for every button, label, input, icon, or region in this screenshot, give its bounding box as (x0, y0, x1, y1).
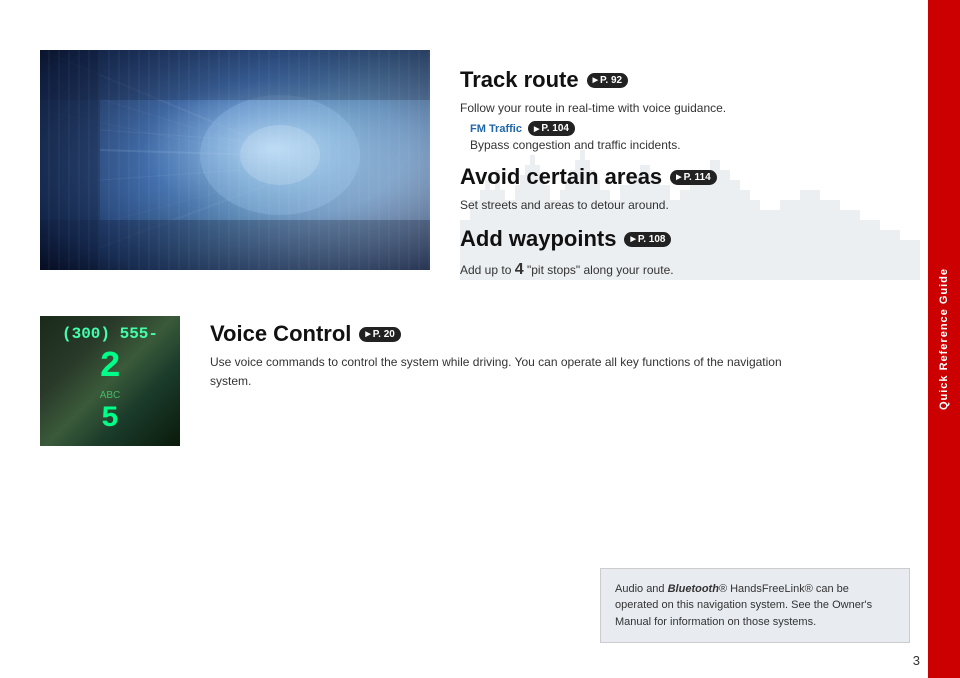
track-route-desc: Follow your route in real-time with voic… (460, 99, 888, 117)
voice-control-heading: Voice Control P. 20 (210, 321, 888, 347)
voice-info: Voice Control P. 20 Use voice commands t… (210, 316, 888, 391)
track-route-title: Track route (460, 67, 579, 93)
tunnel-image (40, 50, 430, 270)
voice-control-badge[interactable]: P. 20 (359, 327, 400, 342)
info-box-text-before: Audio and (615, 583, 668, 595)
top-section: Track route P. 92 Follow your route in r… (40, 50, 888, 286)
fm-traffic-line: FM Traffic P. 104 (470, 121, 888, 136)
phone-display-5: 5 (101, 401, 119, 437)
fm-traffic-label[interactable]: FM Traffic (470, 123, 522, 135)
info-box: Audio and Bluetooth® HandsFreeLink® can … (600, 568, 910, 644)
info-box-bluetooth: Bluetooth (668, 583, 719, 595)
page-number: 3 (913, 653, 920, 668)
phone-image: (300) 555- 2 ABC 5 (40, 316, 180, 446)
avoid-areas-section: Avoid certain areas P. 114 Set streets a… (460, 164, 888, 214)
phone-display-top: (300) 555- (62, 325, 158, 344)
sidebar-label: Quick Reference Guide (938, 268, 950, 410)
track-route-badge[interactable]: P. 92 (587, 73, 628, 88)
avoid-areas-title: Avoid certain areas (460, 164, 662, 190)
add-waypoints-heading: Add waypoints P. 108 (460, 226, 888, 252)
add-waypoints-section: Add waypoints P. 108 Add up to 4 "pit st… (460, 226, 888, 282)
phone-display-abc: ABC (100, 390, 121, 401)
avoid-areas-heading: Avoid certain areas P. 114 (460, 164, 888, 190)
track-route-section: Track route P. 92 Follow your route in r… (460, 67, 888, 152)
fm-traffic-desc: Bypass congestion and traffic incidents. (470, 138, 888, 152)
fm-traffic-badge[interactable]: P. 104 (528, 121, 575, 136)
add-waypoints-title: Add waypoints (460, 226, 616, 252)
avoid-areas-desc: Set streets and areas to detour around. (460, 196, 888, 214)
sidebar-tab: Quick Reference Guide (928, 0, 960, 678)
add-waypoints-desc: Add up to 4 "pit stops" along your route… (460, 258, 888, 282)
add-waypoints-badge[interactable]: P. 108 (624, 232, 671, 247)
bottom-section: (300) 555- 2 ABC 5 Voice Control P. 20 U… (40, 316, 888, 446)
phone-display-2: 2 (99, 345, 121, 388)
track-route-heading: Track route P. 92 (460, 67, 888, 93)
avoid-areas-badge[interactable]: P. 114 (670, 170, 716, 185)
route-info: Track route P. 92 Follow your route in r… (460, 50, 888, 286)
add-waypoints-desc-part1: Add up to (460, 263, 511, 277)
voice-control-title: Voice Control (210, 321, 351, 347)
add-waypoints-desc-part2: "pit stops" along your route. (527, 263, 674, 277)
voice-control-desc: Use voice commands to control the system… (210, 353, 810, 391)
waypoints-number: 4 (515, 261, 524, 278)
